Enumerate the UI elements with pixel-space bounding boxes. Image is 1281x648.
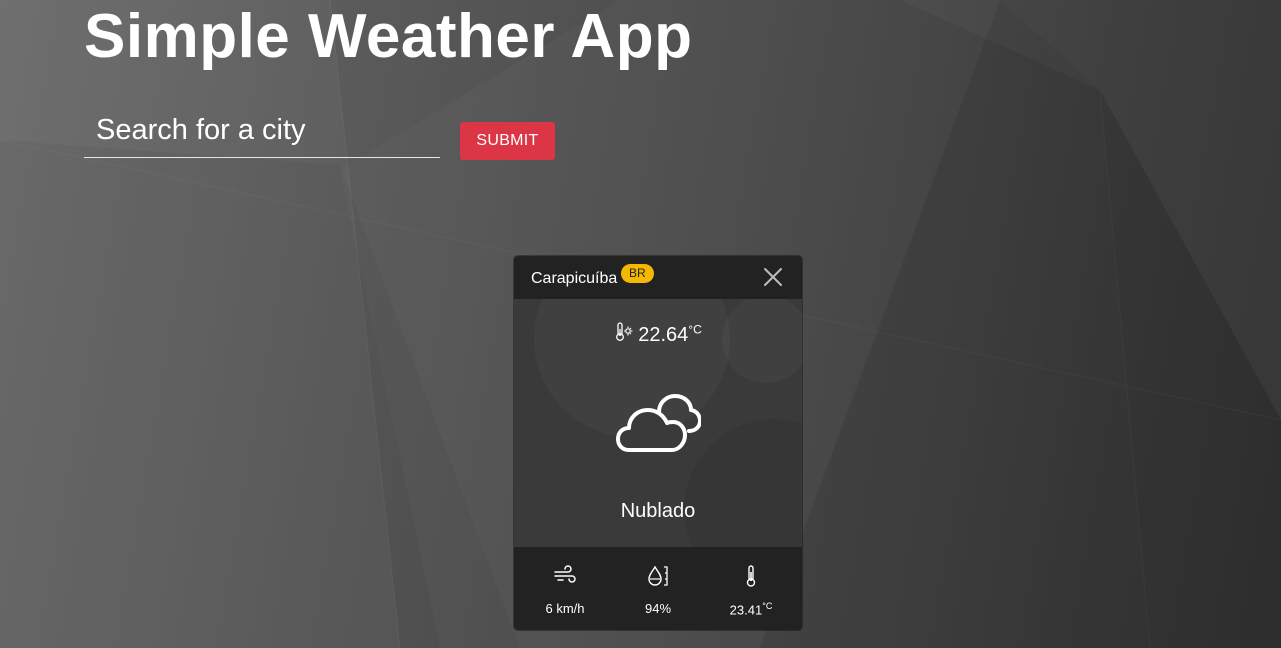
card-header: Carapicuíba BR (514, 256, 802, 299)
card-footer: 6 km/h 94% 23.41°C (514, 547, 802, 630)
weather-condition: Nublado (620, 500, 696, 522)
humidity-value: 94% (644, 601, 672, 616)
wind-icon (554, 565, 576, 583)
humidity-stat: 94% (610, 547, 706, 630)
card-body: 22.64°C Nublado (514, 299, 802, 547)
country-badge: BR (621, 264, 654, 283)
thermometer-icon (746, 565, 756, 587)
submit-button[interactable]: SUBMIT (460, 122, 555, 160)
weather-card: Carapicuíba BR 22.64°C Nublado 6 km/h 94… (514, 256, 802, 630)
temperature-value: 22.64 (638, 324, 689, 346)
close-button[interactable] (761, 265, 785, 289)
feels-like-stat: 23.41°C (703, 547, 799, 630)
thermometer-sun-icon (616, 322, 633, 341)
city-name: Carapicuíba (531, 270, 618, 287)
wind-value: 6 km/h (545, 601, 585, 616)
temperature-unit: °C (688, 322, 702, 337)
humidity-icon (648, 565, 668, 586)
temperature-row: 22.64°C (514, 321, 802, 347)
close-icon (764, 268, 782, 286)
page-title: Simple Weather App (84, 2, 693, 71)
search-input[interactable] (84, 104, 440, 158)
wind-stat: 6 km/h (517, 547, 613, 630)
feels-like-unit: °C (762, 601, 773, 611)
feels-like-value: 23.41 (729, 602, 763, 618)
cloud-icon (616, 394, 701, 452)
